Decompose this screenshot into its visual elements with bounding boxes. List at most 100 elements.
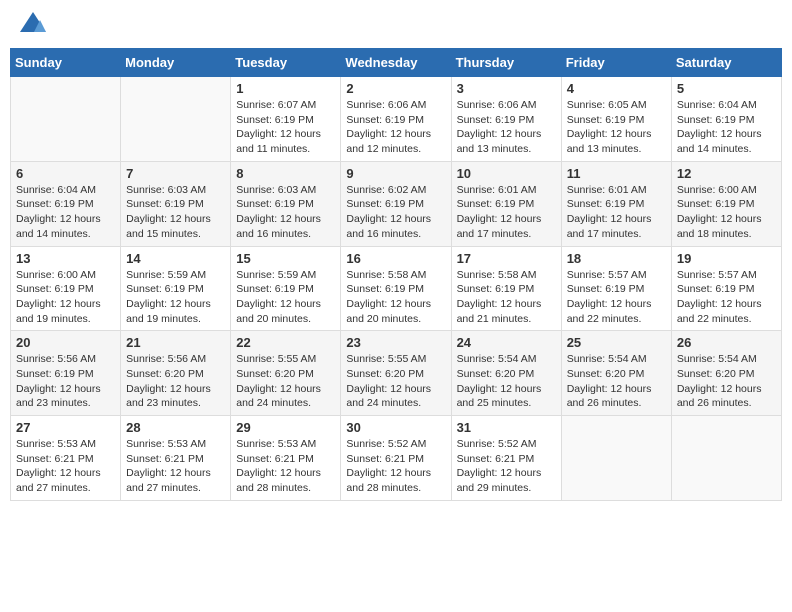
day-number: 29 (236, 420, 335, 435)
day-number: 3 (457, 81, 556, 96)
calendar-week-row: 20Sunrise: 5:56 AMSunset: 6:19 PMDayligh… (11, 331, 782, 416)
calendar-day-cell: 29 Sunrise: 5:53 AMSunset: 6:21 PMDayligh… (231, 416, 341, 501)
day-number: 14 (126, 251, 225, 266)
calendar-day-cell: 11 Sunrise: 6:01 AMSunset: 6:19 PMDayligh… (561, 161, 671, 246)
day-number: 21 (126, 335, 225, 350)
day-info: Sunrise: 6:06 AMSunset: 6:19 PMDaylight:… (346, 98, 445, 157)
day-info: Sunrise: 5:56 AMSunset: 6:19 PMDaylight:… (16, 352, 115, 411)
calendar-day-cell: 14 Sunrise: 5:59 AMSunset: 6:19 PMDayligh… (121, 246, 231, 331)
day-info: Sunrise: 5:59 AMSunset: 6:19 PMDaylight:… (126, 268, 225, 327)
weekday-header-monday: Monday (121, 49, 231, 77)
day-info: Sunrise: 5:52 AMSunset: 6:21 PMDaylight:… (346, 437, 445, 496)
calendar-day-cell (671, 416, 781, 501)
calendar-day-cell: 5 Sunrise: 6:04 AMSunset: 6:19 PMDaylight… (671, 77, 781, 162)
calendar-day-cell: 6 Sunrise: 6:04 AMSunset: 6:19 PMDaylight… (11, 161, 121, 246)
calendar-day-cell: 26 Sunrise: 5:54 AMSunset: 6:20 PMDayligh… (671, 331, 781, 416)
calendar-day-cell: 27 Sunrise: 5:53 AMSunset: 6:21 PMDayligh… (11, 416, 121, 501)
day-info: Sunrise: 5:58 AMSunset: 6:19 PMDaylight:… (457, 268, 556, 327)
calendar-day-cell: 2Sunrise: 6:06 AMSunset: 6:19 PMDaylight… (341, 77, 451, 162)
day-info: Sunrise: 5:54 AMSunset: 6:20 PMDaylight:… (677, 352, 776, 411)
day-info: Sunrise: 5:55 AMSunset: 6:20 PMDaylight:… (236, 352, 335, 411)
day-number: 4 (567, 81, 666, 96)
weekday-header-saturday: Saturday (671, 49, 781, 77)
day-number: 28 (126, 420, 225, 435)
calendar-day-cell: 19 Sunrise: 5:57 AMSunset: 6:19 PMDayligh… (671, 246, 781, 331)
calendar-day-cell: 3 Sunrise: 6:06 AMSunset: 6:19 PMDaylight… (451, 77, 561, 162)
calendar-day-cell: 21 Sunrise: 5:56 AMSunset: 6:20 PMDayligh… (121, 331, 231, 416)
day-number: 5 (677, 81, 776, 96)
calendar-day-cell: 15Sunrise: 5:59 AMSunset: 6:19 PMDayligh… (231, 246, 341, 331)
calendar-day-cell: 31 Sunrise: 5:52 AMSunset: 6:21 PMDayligh… (451, 416, 561, 501)
day-info: Sunrise: 5:57 AMSunset: 6:19 PMDaylight:… (677, 268, 776, 327)
day-info: Sunrise: 5:58 AMSunset: 6:19 PMDaylight:… (346, 268, 445, 327)
day-number: 16 (346, 251, 445, 266)
calendar-day-cell: 4 Sunrise: 6:05 AMSunset: 6:19 PMDaylight… (561, 77, 671, 162)
calendar-day-cell: 12 Sunrise: 6:00 AMSunset: 6:19 PMDayligh… (671, 161, 781, 246)
day-info: Sunrise: 5:53 AMSunset: 6:21 PMDaylight:… (126, 437, 225, 496)
calendar-week-row: 1Sunrise: 6:07 AMSunset: 6:19 PMDaylight… (11, 77, 782, 162)
page-header (10, 10, 782, 40)
day-number: 8 (236, 166, 335, 181)
calendar-day-cell: 24Sunrise: 5:54 AMSunset: 6:20 PMDayligh… (451, 331, 561, 416)
calendar-table: SundayMondayTuesdayWednesdayThursdayFrid… (10, 48, 782, 501)
day-number: 13 (16, 251, 115, 266)
day-info: Sunrise: 6:01 AMSunset: 6:19 PMDaylight:… (457, 183, 556, 242)
calendar-day-cell: 13Sunrise: 6:00 AMSunset: 6:19 PMDayligh… (11, 246, 121, 331)
calendar-day-cell: 7Sunrise: 6:03 AMSunset: 6:19 PMDaylight… (121, 161, 231, 246)
calendar-day-cell: 22 Sunrise: 5:55 AMSunset: 6:20 PMDayligh… (231, 331, 341, 416)
day-number: 11 (567, 166, 666, 181)
day-info: Sunrise: 6:06 AMSunset: 6:19 PMDaylight:… (457, 98, 556, 157)
calendar-week-row: 13Sunrise: 6:00 AMSunset: 6:19 PMDayligh… (11, 246, 782, 331)
weekday-header-friday: Friday (561, 49, 671, 77)
day-info: Sunrise: 5:55 AMSunset: 6:20 PMDaylight:… (346, 352, 445, 411)
calendar-day-cell: 20Sunrise: 5:56 AMSunset: 6:19 PMDayligh… (11, 331, 121, 416)
day-info: Sunrise: 5:56 AMSunset: 6:20 PMDaylight:… (126, 352, 225, 411)
day-info: Sunrise: 5:54 AMSunset: 6:20 PMDaylight:… (567, 352, 666, 411)
calendar-day-cell (11, 77, 121, 162)
logo-icon (18, 10, 48, 40)
day-info: Sunrise: 5:53 AMSunset: 6:21 PMDaylight:… (236, 437, 335, 496)
day-number: 25 (567, 335, 666, 350)
day-number: 18 (567, 251, 666, 266)
day-number: 6 (16, 166, 115, 181)
calendar-day-cell: 1Sunrise: 6:07 AMSunset: 6:19 PMDaylight… (231, 77, 341, 162)
day-number: 27 (16, 420, 115, 435)
day-info: Sunrise: 5:54 AMSunset: 6:20 PMDaylight:… (457, 352, 556, 411)
calendar-day-cell: 8 Sunrise: 6:03 AMSunset: 6:19 PMDaylight… (231, 161, 341, 246)
day-info: Sunrise: 5:52 AMSunset: 6:21 PMDaylight:… (457, 437, 556, 496)
calendar-day-cell: 10 Sunrise: 6:01 AMSunset: 6:19 PMDayligh… (451, 161, 561, 246)
day-info: Sunrise: 5:53 AMSunset: 6:21 PMDaylight:… (16, 437, 115, 496)
calendar-day-cell: 30 Sunrise: 5:52 AMSunset: 6:21 PMDayligh… (341, 416, 451, 501)
calendar-day-cell (561, 416, 671, 501)
logo (14, 10, 48, 40)
weekday-header-wednesday: Wednesday (341, 49, 451, 77)
calendar-day-cell: 17Sunrise: 5:58 AMSunset: 6:19 PMDayligh… (451, 246, 561, 331)
day-number: 9 (346, 166, 445, 181)
day-info: Sunrise: 6:02 AMSunset: 6:19 PMDaylight:… (346, 183, 445, 242)
day-number: 10 (457, 166, 556, 181)
day-info: Sunrise: 6:04 AMSunset: 6:19 PMDaylight:… (16, 183, 115, 242)
day-info: Sunrise: 6:01 AMSunset: 6:19 PMDaylight:… (567, 183, 666, 242)
day-info: Sunrise: 5:59 AMSunset: 6:19 PMDaylight:… (236, 268, 335, 327)
weekday-header-sunday: Sunday (11, 49, 121, 77)
day-info: Sunrise: 6:05 AMSunset: 6:19 PMDaylight:… (567, 98, 666, 157)
calendar-day-cell: 18 Sunrise: 5:57 AMSunset: 6:19 PMDayligh… (561, 246, 671, 331)
calendar-day-cell: 28 Sunrise: 5:53 AMSunset: 6:21 PMDayligh… (121, 416, 231, 501)
day-number: 12 (677, 166, 776, 181)
day-info: Sunrise: 6:03 AMSunset: 6:19 PMDaylight:… (236, 183, 335, 242)
day-number: 19 (677, 251, 776, 266)
calendar-day-cell: 23Sunrise: 5:55 AMSunset: 6:20 PMDayligh… (341, 331, 451, 416)
day-info: Sunrise: 5:57 AMSunset: 6:19 PMDaylight:… (567, 268, 666, 327)
calendar-week-row: 27 Sunrise: 5:53 AMSunset: 6:21 PMDayligh… (11, 416, 782, 501)
day-number: 30 (346, 420, 445, 435)
day-number: 26 (677, 335, 776, 350)
day-number: 31 (457, 420, 556, 435)
weekday-header-thursday: Thursday (451, 49, 561, 77)
calendar-day-cell: 25 Sunrise: 5:54 AMSunset: 6:20 PMDayligh… (561, 331, 671, 416)
day-info: Sunrise: 6:04 AMSunset: 6:19 PMDaylight:… (677, 98, 776, 157)
day-number: 22 (236, 335, 335, 350)
calendar-header-row: SundayMondayTuesdayWednesdayThursdayFrid… (11, 49, 782, 77)
calendar-day-cell: 9 Sunrise: 6:02 AMSunset: 6:19 PMDaylight… (341, 161, 451, 246)
day-info: Sunrise: 6:00 AMSunset: 6:19 PMDaylight:… (677, 183, 776, 242)
day-number: 7 (126, 166, 225, 181)
